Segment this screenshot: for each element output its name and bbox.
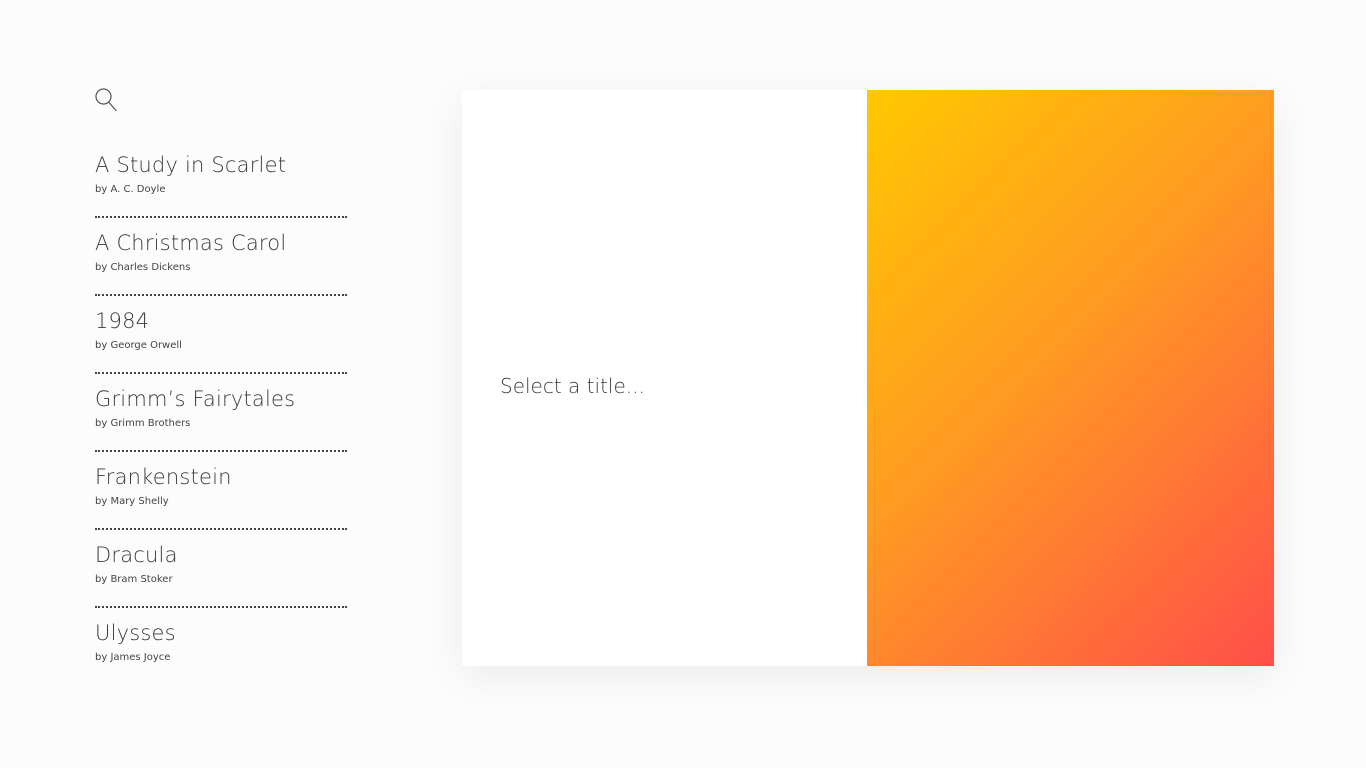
book-author: by A. C. Doyle <box>95 184 166 195</box>
select-title-prompt: Select a title... <box>500 374 645 398</box>
book-author: by Grimm Brothers <box>95 418 191 429</box>
book-detail-card: Select a title... <box>462 90 1274 666</box>
book-title: Frankenstein <box>95 465 232 489</box>
book-cover-placeholder <box>867 90 1274 666</box>
book-item-grimms-fairytales[interactable]: Grimm’s Fairytales by Grimm Brothers <box>95 374 347 452</box>
book-author: by James Joyce <box>95 652 171 663</box>
book-author: by Charles Dickens <box>95 262 191 273</box>
book-title: Grimm’s Fairytales <box>95 387 296 411</box>
book-list: A Study in Scarlet by A. C. Doyle A Chri… <box>95 140 347 686</box>
book-author: by Mary Shelly <box>95 496 169 507</box>
book-item-frankenstein[interactable]: Frankenstein by Mary Shelly <box>95 452 347 530</box>
book-title: A Study in Scarlet <box>95 153 287 177</box>
book-item-ulysses[interactable]: Ulysses by James Joyce <box>95 608 347 686</box>
book-author: by Bram Stoker <box>95 574 173 585</box>
book-detail-panel: Select a title... <box>462 90 867 666</box>
book-item-1984[interactable]: 1984 by George Orwell <box>95 296 347 374</box>
book-author: by George Orwell <box>95 340 182 351</box>
book-title: Dracula <box>95 543 178 567</box>
sidebar: A Study in Scarlet by A. C. Doyle A Chri… <box>95 88 347 686</box>
book-title: 1984 <box>95 309 150 333</box>
book-title: A Christmas Carol <box>95 231 287 255</box>
book-item-dracula[interactable]: Dracula by Bram Stoker <box>95 530 347 608</box>
book-title: Ulysses <box>95 621 176 645</box>
book-item-a-study-in-scarlet[interactable]: A Study in Scarlet by A. C. Doyle <box>95 140 347 218</box>
search-icon[interactable] <box>95 88 117 112</box>
book-item-a-christmas-carol[interactable]: A Christmas Carol by Charles Dickens <box>95 218 347 296</box>
